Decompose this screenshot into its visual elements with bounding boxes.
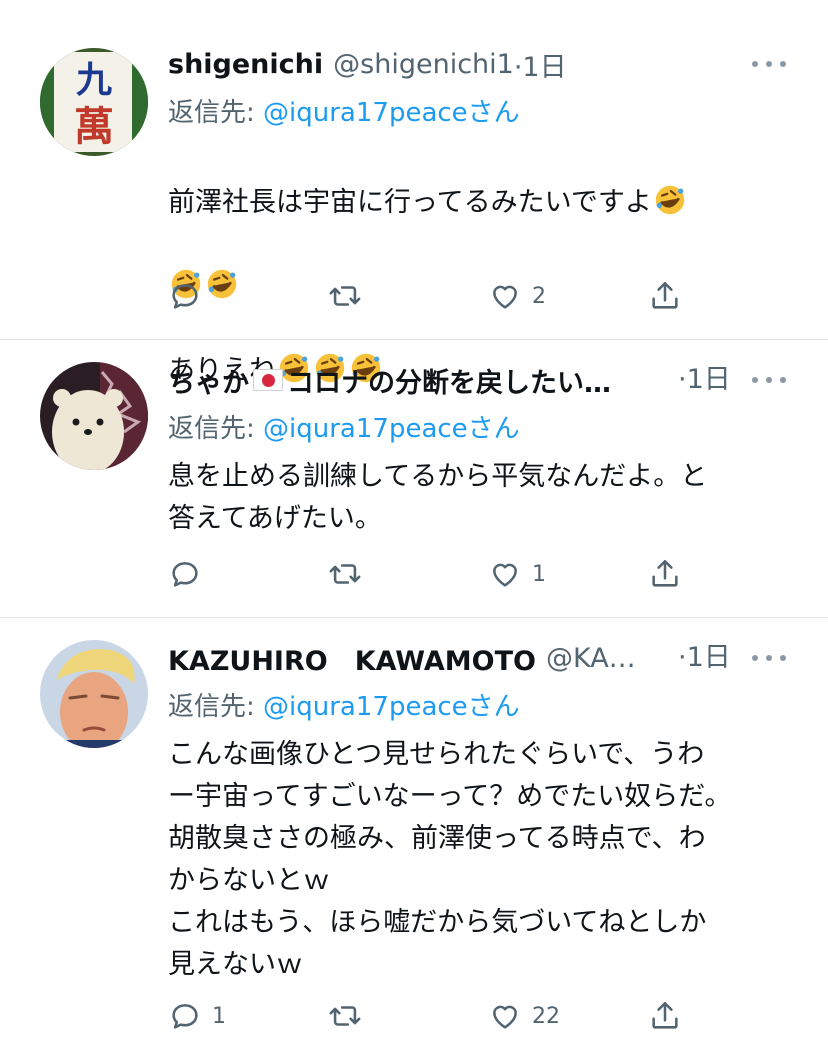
like-count: 1 (532, 561, 546, 587)
like-button[interactable]: 1 (488, 554, 546, 594)
reply-to-line: 返信先: @iqura17peaceさん (168, 408, 520, 445)
reply-suffix[interactable]: さん (468, 414, 520, 444)
share-button[interactable] (648, 276, 682, 316)
display-name[interactable]: KAZUHIRO KAWAMOTO (168, 639, 536, 678)
share-icon (652, 559, 678, 587)
tweet-actions: 1 (168, 554, 768, 594)
display-name-rest[interactable]: コロナの分断を戻したい… (287, 361, 611, 400)
timestamp[interactable]: ·1日 (678, 638, 731, 678)
divider (0, 617, 828, 618)
reply-suffix[interactable]: さん (468, 692, 520, 722)
rolling-laughing-emoji-icon (655, 185, 685, 215)
japan-flag-icon (253, 369, 283, 391)
reply-to-link[interactable]: @iqura17peace (263, 692, 468, 722)
retweet-button[interactable] (328, 554, 372, 594)
avatar-text-top: 九 (76, 59, 112, 101)
more-options-icon[interactable] (752, 368, 786, 392)
reply-to-line: 返信先: @iqura17peaceさん (168, 92, 520, 129)
tweet-actions: 1 22 (168, 996, 768, 1036)
divider (0, 339, 828, 340)
avatar-image (40, 640, 148, 748)
tweet-actions: 2 (168, 276, 768, 316)
retweet-button[interactable] (328, 276, 372, 316)
tweet-header: KAZUHIRO KAWAMOTO @KA… (168, 638, 662, 678)
retweet-icon (329, 1006, 361, 1026)
reply-prefix: 返信先: (168, 692, 264, 722)
avatar-image: 九 萬 (40, 48, 148, 156)
share-button[interactable] (648, 996, 682, 1036)
reply-to-link[interactable]: @iqura17peace (263, 414, 468, 444)
user-handle[interactable]: @shigenichi1 (333, 49, 514, 80)
reply-to-link[interactable]: @iqura17peace (263, 98, 468, 128)
avatar-text-bottom: 萬 (74, 103, 114, 150)
like-button[interactable]: 2 (488, 276, 546, 316)
avatar[interactable] (40, 362, 148, 470)
tweet-1[interactable]: 九 萬 shigenichi @shigenichi1 ·1日 返信先: @iq… (0, 44, 828, 386)
more-options-icon[interactable] (752, 52, 786, 76)
timestamp[interactable]: ·1日 (514, 45, 567, 84)
reply-icon (172, 1004, 198, 1029)
tweet-text: こんな画像ひとつ見せられたぐらいで、うわ ー宇宙ってすごいなーって？めでたい奴ら… (168, 739, 732, 980)
avatar[interactable] (40, 640, 148, 748)
share-icon (652, 1001, 678, 1029)
tweet-text: 息を止める訓練してるから平気なんだよ。と 答えてあげたい。 (168, 461, 708, 534)
timestamp[interactable]: ·1日 (678, 360, 731, 400)
tweet-header: shigenichi @shigenichi1 ·1日 (168, 44, 728, 84)
retweet-icon (329, 564, 361, 584)
retweet-icon (329, 286, 361, 306)
reply-icon (172, 284, 198, 309)
reply-button[interactable] (168, 554, 212, 594)
like-count: 2 (532, 283, 546, 309)
reply-to-line: 返信先: @iqura17peaceさん (168, 686, 520, 723)
share-button[interactable] (648, 554, 682, 594)
tweet-text-line: 前澤社長は宇宙に行ってるみたいですよ (168, 187, 652, 218)
avatar-image (40, 362, 148, 470)
tweet-header: ちゃか コロナの分断を戻したい… (168, 360, 678, 400)
reply-prefix: 返信先: (168, 414, 264, 444)
reply-prefix: 返信先: (168, 98, 264, 128)
reply-suffix[interactable]: さん (468, 98, 520, 128)
display-name[interactable]: shigenichi (168, 49, 323, 80)
like-count: 22 (532, 1003, 560, 1029)
retweet-button[interactable] (328, 996, 372, 1036)
more-options-icon[interactable] (752, 646, 786, 670)
heart-icon (493, 563, 517, 587)
reply-button[interactable] (168, 276, 212, 316)
reply-icon (172, 562, 198, 587)
share-icon (652, 281, 678, 309)
reply-count: 1 (212, 1003, 226, 1029)
tweet-3[interactable]: KAZUHIRO KAWAMOTO @KA… ·1日 返信先: @iqura17… (0, 638, 828, 1058)
reply-button[interactable]: 1 (168, 996, 226, 1036)
like-button[interactable]: 22 (488, 996, 560, 1036)
heart-icon (493, 1005, 517, 1029)
tweet-2[interactable]: ちゃか コロナの分断を戻したい… ·1日 返信先: @iqura17peaceさ… (0, 360, 828, 616)
heart-icon (493, 285, 517, 309)
display-name[interactable]: ちゃか (168, 361, 249, 400)
avatar[interactable]: 九 萬 (40, 48, 148, 156)
user-handle[interactable]: @KA… (546, 643, 636, 674)
